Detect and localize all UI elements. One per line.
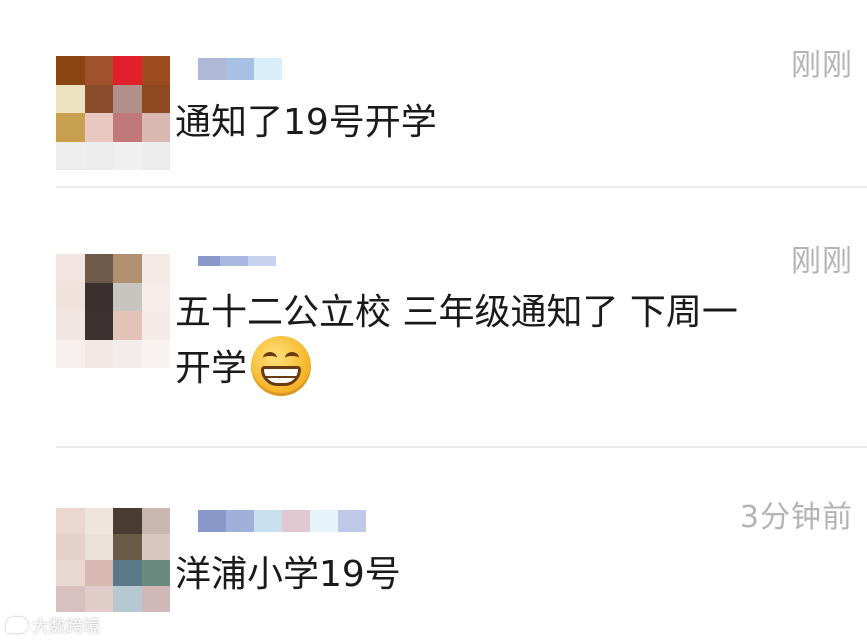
comment-text: 通知了19号开学 (175, 102, 437, 143)
grinning-face-icon (251, 336, 312, 396)
comment-text: 洋浦小学19号 (175, 554, 401, 595)
comment-time: 刚刚 (791, 244, 853, 279)
comment-item[interactable]: 刚刚 五十二公立校 三年级通知了 下周一 开学 (0, 236, 867, 436)
comment-text-line: 开学 (175, 336, 738, 400)
username-blurred[interactable] (198, 58, 282, 80)
comment-item[interactable]: 刚刚 通知了19号开学 (0, 40, 867, 190)
comment-text: 五十二公立校 三年级通知了 下周一 开学 (175, 286, 738, 400)
avatar[interactable] (56, 56, 170, 170)
comment-text-line: 五十二公立校 三年级通知了 下周一 (175, 292, 738, 333)
comment-feed: 刚刚 通知了19号开学 刚刚 五十二公立校 三年级通知了 下周一 开学 3分钟前… (0, 0, 867, 642)
speech-bubble-logo-icon (6, 616, 28, 633)
comment-item[interactable]: 3分钟前 洋浦小学19号 (0, 492, 867, 642)
divider (56, 446, 867, 448)
comment-text-segment: 开学 (175, 348, 248, 389)
username-blurred[interactable] (198, 510, 366, 532)
avatar[interactable] (56, 254, 170, 368)
username-blurred[interactable] (198, 256, 276, 266)
watermark-text: 大数跨境 (32, 617, 100, 637)
avatar[interactable] (56, 508, 170, 612)
watermark: 大数跨境 (6, 612, 100, 637)
comment-time: 刚刚 (791, 48, 853, 83)
divider (56, 186, 867, 188)
comment-time: 3分钟前 (739, 500, 853, 535)
